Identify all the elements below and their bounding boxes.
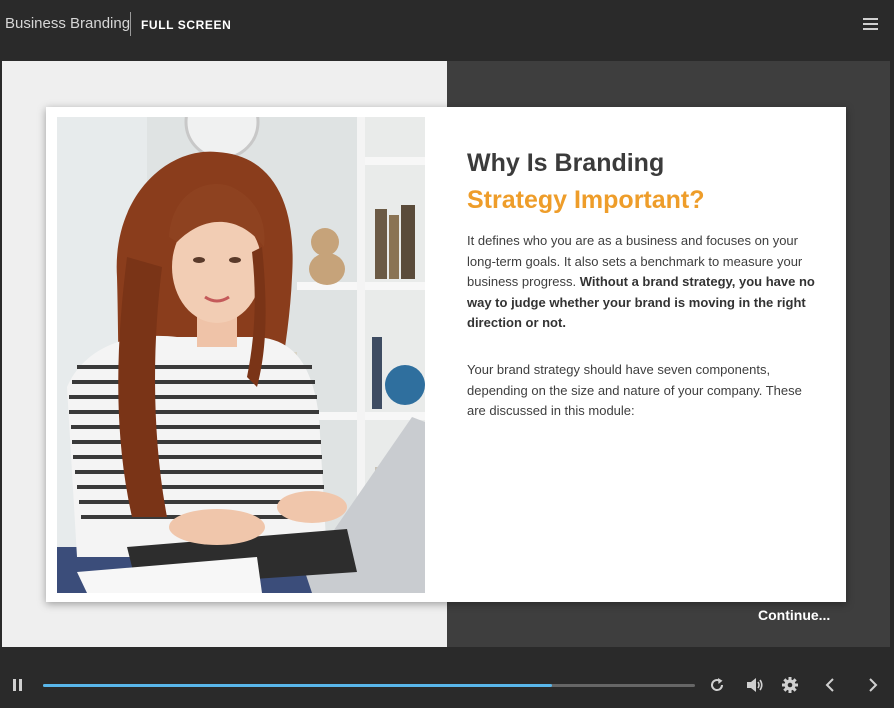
progress-bar[interactable] [43,684,695,687]
chevron-left-icon[interactable] [823,676,837,694]
gear-icon[interactable] [781,676,799,694]
title-divider [130,12,131,36]
player-bar [0,662,894,708]
content-card: Why Is Branding Strategy Important? It d… [46,107,846,602]
fullscreen-button[interactable]: FULL SCREEN [141,18,231,32]
body-paragraph-1: It defines who you are as a business and… [467,231,822,334]
body-paragraph-2: Your brand strategy should have seven co… [467,362,802,418]
pause-icon[interactable] [11,676,25,694]
replay-icon[interactable] [708,676,726,694]
continue-button[interactable]: Continue... [758,607,830,623]
chevron-right-icon[interactable] [866,676,880,694]
progress-fill [43,684,552,687]
slide-heading: Why Is Branding Strategy Important? [467,145,827,219]
photo-woman-laptop [57,117,425,593]
heading-line-1: Why Is Branding [467,149,665,177]
hamburger-menu-icon[interactable] [860,16,880,32]
course-title: Business Branding [5,15,131,32]
slide-stage: Why Is Branding Strategy Important? It d… [2,61,890,647]
top-bar: Business Branding FULL SCREEN [0,0,894,50]
heading-line-2: Strategy Important? [467,186,705,214]
volume-icon[interactable] [745,676,765,694]
